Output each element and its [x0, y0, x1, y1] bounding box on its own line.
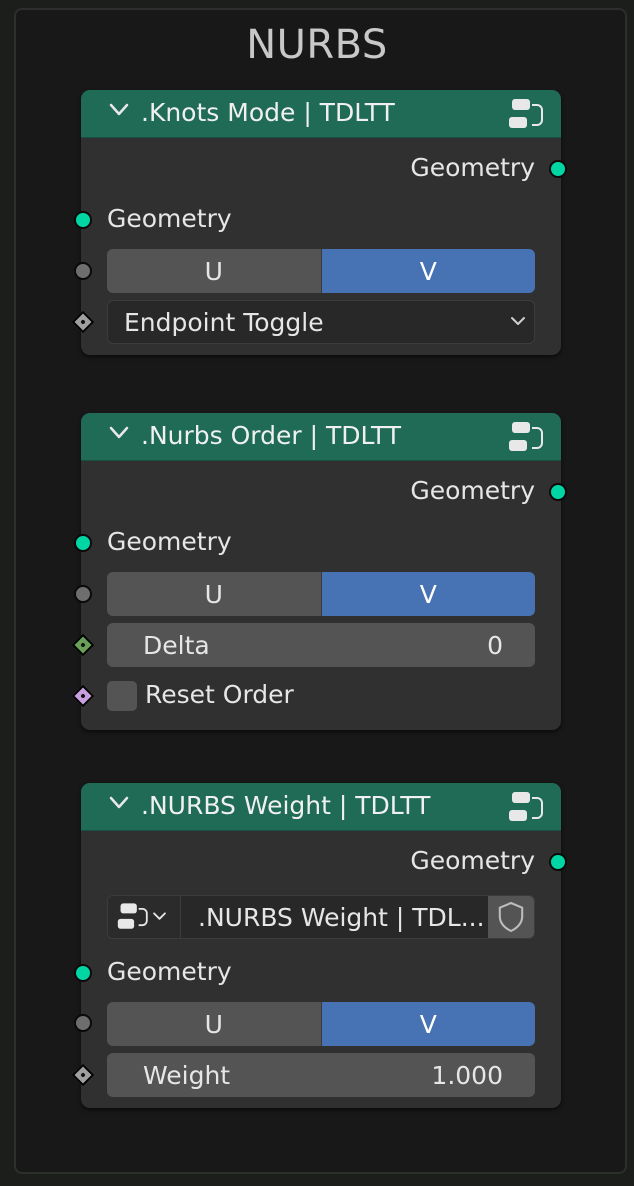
input-geometry-socket[interactable] [74, 964, 92, 982]
node-group-selector[interactable]: .NURBS Weight | TDL... [107, 895, 535, 939]
field-value: 1.000 [431, 1061, 503, 1090]
checkbox-label: Reset Order [145, 680, 294, 709]
output-geometry-label: Geometry [410, 153, 535, 182]
output-geometry-socket[interactable] [549, 853, 567, 871]
input-geometry-socket[interactable] [74, 211, 92, 229]
uv-socket[interactable] [74, 262, 92, 280]
toggle-v[interactable]: V [321, 1002, 535, 1046]
chevron-down-icon[interactable] [109, 426, 129, 440]
node-title: .Nurbs Order | TDLTT [141, 421, 402, 450]
reset-order-checkbox[interactable] [107, 681, 137, 711]
frame-title: NURBS [246, 22, 388, 68]
node-group-icon [117, 903, 166, 929]
node-title: .Knots Mode | TDLTT [141, 98, 395, 127]
input-geometry-label: Geometry [107, 204, 232, 233]
toggle-u[interactable]: U [107, 249, 322, 293]
node-knots-mode[interactable]: .Knots Mode | TDLTT Geometry Geometry U … [71, 90, 567, 355]
uv-socket[interactable] [74, 585, 92, 603]
chevron-down-icon[interactable] [109, 103, 129, 117]
knots-mode-dropdown[interactable]: Endpoint Toggle [107, 300, 535, 344]
dropdown-value: Endpoint Toggle [124, 308, 324, 337]
chevron-down-icon[interactable] [109, 796, 129, 810]
node-nurbs-order[interactable]: .Nurbs Order | TDLTT Geometry Geometry U… [71, 413, 567, 730]
delta-field[interactable]: Delta 0 [107, 623, 535, 667]
field-value: 0 [487, 631, 503, 660]
input-geometry-label: Geometry [107, 527, 232, 556]
weight-field[interactable]: Weight 1.000 [107, 1053, 535, 1097]
group-browse-button[interactable] [108, 896, 181, 938]
output-geometry-label: Geometry [410, 846, 535, 875]
output-geometry-socket[interactable] [549, 160, 567, 178]
node-header[interactable]: .Knots Mode | TDLTT [81, 90, 561, 138]
field-label: Delta [143, 631, 210, 660]
fake-user-button[interactable] [488, 896, 534, 938]
node-header[interactable]: .Nurbs Order | TDLTT [81, 413, 561, 461]
uv-socket[interactable] [74, 1014, 92, 1032]
node-title: .NURBS Weight | TDLTT [141, 791, 431, 820]
group-name[interactable]: .NURBS Weight | TDL... [198, 903, 485, 932]
output-geometry-socket[interactable] [549, 483, 567, 501]
chevron-down-icon [511, 317, 525, 325]
input-geometry-label: Geometry [107, 957, 232, 986]
toggle-u[interactable]: U [107, 1002, 322, 1046]
shield-icon [498, 901, 524, 933]
node-group-icon [509, 792, 543, 821]
field-label: Weight [143, 1061, 231, 1090]
node-header[interactable]: .NURBS Weight | TDLTT [81, 783, 561, 831]
toggle-u[interactable]: U [107, 572, 322, 616]
uv-toggle[interactable]: U V [107, 572, 535, 616]
uv-toggle[interactable]: U V [107, 1002, 535, 1046]
output-geometry-label: Geometry [410, 476, 535, 505]
toggle-v[interactable]: V [321, 249, 535, 293]
uv-toggle[interactable]: U V [107, 249, 535, 293]
node-group-icon [509, 99, 543, 128]
input-geometry-socket[interactable] [74, 534, 92, 552]
toggle-v[interactable]: V [321, 572, 535, 616]
node-group-icon [509, 422, 543, 451]
node-nurbs-weight[interactable]: .NURBS Weight | TDLTT Geometry .NURBS We… [71, 783, 567, 1108]
